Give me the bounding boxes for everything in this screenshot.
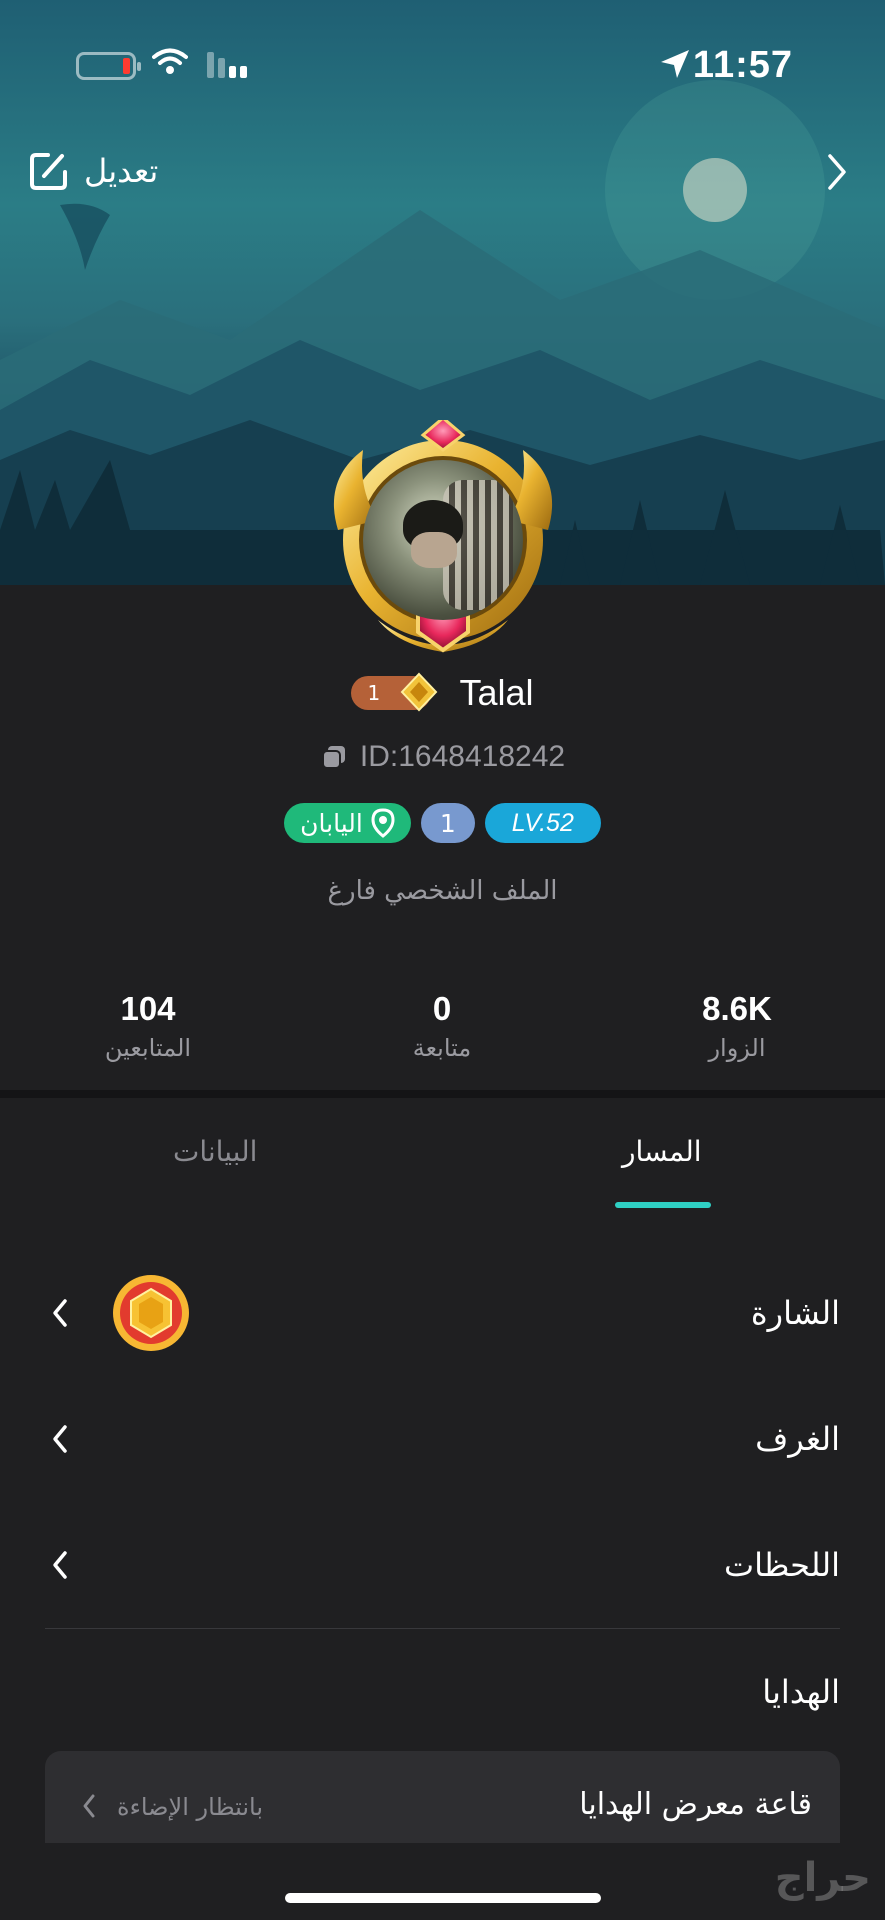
user-id-row[interactable]: ID:1648418242 [0, 740, 885, 774]
rank-number: 1 [367, 681, 381, 705]
following-label: متابعة [412, 1034, 472, 1062]
profile-bio: الملف الشخصي فارغ [327, 876, 558, 906]
moments-row-label: اللحظات [723, 1546, 840, 1584]
visitors-label: الزوار [708, 1034, 766, 1062]
copy-icon[interactable] [320, 743, 348, 771]
stats-row: 104 المتابعين 0 متابعة 8.6K الزوار [0, 990, 885, 1080]
level-badge: LV.52 [484, 803, 601, 843]
location-pin-icon [371, 808, 395, 838]
visitors-stat[interactable]: 8.6K الزوار [637, 990, 837, 1062]
profile-badges: اليابان 1 LV.52 [0, 803, 885, 843]
hexagon-badge-medal-icon [113, 1275, 189, 1351]
cellular-signal-icon [207, 52, 247, 78]
followers-count: 104 [120, 990, 176, 1027]
country-label: اليابان [300, 808, 363, 838]
location-arrow-icon [661, 50, 689, 78]
username: Talal [459, 672, 534, 713]
battery-icon [76, 52, 141, 80]
badge-row-label: الشارة [750, 1294, 840, 1332]
gifts-row: الهدايا [45, 1629, 840, 1755]
edit-label: تعديل [84, 152, 159, 190]
chevron-left-icon [53, 1551, 67, 1579]
followers-stat[interactable]: 104 المتابعين [48, 990, 248, 1062]
avatar[interactable] [318, 420, 568, 670]
tab-data[interactable]: البيانات [173, 1135, 257, 1168]
wifi-icon [152, 48, 188, 74]
followers-label: المتابعين [104, 1034, 192, 1062]
diamond-rank-icon [401, 672, 438, 712]
home-indicator[interactable] [285, 1893, 601, 1903]
number-badge: 1 [420, 803, 475, 843]
following-count: 0 [432, 990, 452, 1027]
gift-gallery-status: بانتظار الإضاءة [117, 1793, 264, 1821]
rooms-row[interactable]: الغرف [45, 1376, 840, 1502]
status-time: 11:57 [692, 44, 793, 86]
chevron-left-icon [53, 1299, 67, 1327]
chevron-left-icon [83, 1794, 95, 1818]
following-stat[interactable]: 0 متابعة [342, 990, 542, 1062]
edit-profile-button[interactable]: تعديل [28, 150, 158, 192]
chevron-left-icon [53, 1425, 67, 1453]
badge-row[interactable]: الشارة [45, 1250, 840, 1376]
profile-sections-list: الشارة الغرف اللحظات الهدايا [45, 1250, 840, 1755]
edit-icon [30, 153, 67, 190]
bottom-safe-area [0, 1843, 885, 1920]
tab-track[interactable]: المسار [622, 1135, 702, 1168]
rooms-row-label: الغرف [755, 1420, 840, 1458]
active-tab-indicator [615, 1202, 711, 1208]
status-bar: 11:57 [0, 40, 885, 90]
watermark: حراج [774, 1855, 871, 1901]
visitors-count: 8.6K [702, 990, 772, 1027]
user-id: ID:1648418242 [359, 740, 566, 773]
gift-gallery-title: قاعة معرض الهدايا [579, 1787, 812, 1822]
gifts-row-label: الهدايا [762, 1673, 840, 1711]
country-badge: اليابان [284, 803, 411, 843]
name-row: 1 Talal [0, 672, 885, 714]
section-divider [0, 1090, 885, 1098]
moments-row[interactable]: اللحظات [45, 1502, 840, 1628]
avatar-photo [363, 460, 523, 620]
back-chevron-icon[interactable] [825, 152, 849, 192]
profile-tabs: البيانات المسار [0, 1135, 885, 1215]
rank-pill: 1 [351, 672, 438, 712]
